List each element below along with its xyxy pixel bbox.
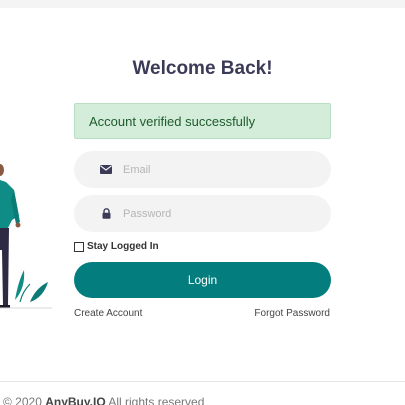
footer-brand[interactable]: AnyBuy.IO	[45, 395, 105, 405]
email-field-wrapper[interactable]	[74, 151, 331, 188]
footer-divider	[0, 381, 405, 382]
envelope-icon	[98, 162, 114, 178]
login-button[interactable]: Login	[74, 262, 331, 298]
page-title: Welcome Back!	[132, 58, 273, 79]
footer: © 2020 AnyBuy.IO All rights reserved	[3, 395, 204, 405]
create-account-link[interactable]: Create Account	[74, 308, 142, 319]
footer-rights: All rights reserved	[105, 395, 205, 405]
stay-logged-in-label: Stay Logged In	[87, 241, 159, 252]
password-field-wrapper[interactable]	[74, 195, 331, 232]
top-bar	[0, 0, 405, 8]
success-alert: Account verified successfully	[74, 103, 331, 139]
stay-logged-in[interactable]: Stay Logged In	[74, 241, 159, 252]
footer-copyright: © 2020	[3, 395, 42, 405]
password-input[interactable]	[123, 207, 313, 220]
lock-icon	[98, 206, 114, 222]
email-input[interactable]	[123, 163, 313, 176]
stay-logged-in-checkbox[interactable]	[74, 241, 84, 252]
forgot-password-link[interactable]: Forgot Password	[254, 308, 330, 319]
person-illustration	[0, 164, 52, 309]
